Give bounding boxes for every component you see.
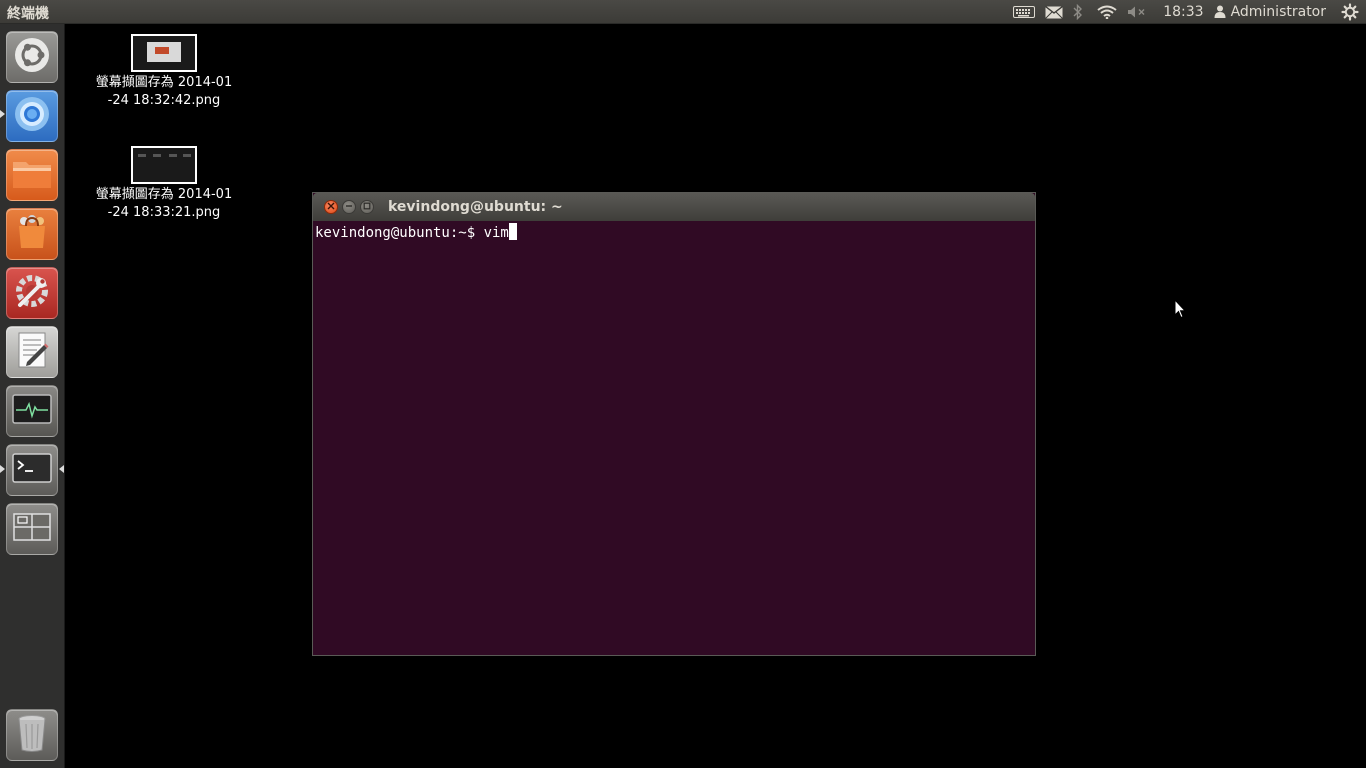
clock[interactable]: 18:33 — [1163, 4, 1203, 20]
close-button[interactable] — [324, 200, 338, 214]
launcher-system-monitor[interactable] — [6, 385, 58, 437]
running-indicator — [0, 110, 5, 118]
launcher-trash[interactable] — [6, 709, 58, 761]
system-monitor-icon — [11, 392, 53, 430]
gear-icon[interactable] — [1340, 0, 1360, 24]
terminal-body[interactable]: kevindong@ubuntu:~$ vim — [313, 221, 1035, 655]
text-cursor — [508, 223, 517, 240]
maximize-button[interactable] — [360, 200, 374, 214]
bluetooth-icon[interactable] — [1071, 0, 1085, 24]
mouse-pointer-icon — [1174, 298, 1187, 319]
top-panel: 終端機 18:33 Administrator — [0, 0, 1366, 24]
volume-muted-icon[interactable] — [1127, 0, 1147, 24]
user-icon — [1214, 3, 1226, 22]
launcher-text-editor[interactable] — [6, 326, 58, 378]
desktop-file-label: 螢幕擷圖存為 2014-01-24 18:33:21.png — [95, 187, 233, 220]
maximize-icon — [363, 202, 371, 213]
launcher-chromium[interactable] — [6, 90, 58, 142]
terminal-icon — [11, 451, 53, 489]
launcher — [0, 24, 65, 768]
text-editor-icon — [13, 330, 51, 374]
active-indicator — [59, 465, 64, 473]
launcher-workspace-switcher[interactable] — [6, 503, 58, 555]
shell-prompt: kevindong@ubuntu:~$ — [315, 225, 484, 241]
screenshot-thumbnail — [131, 146, 197, 184]
launcher-dash-home[interactable] — [6, 31, 58, 83]
user-name: Administrator — [1230, 4, 1326, 20]
chromium-icon — [12, 94, 52, 138]
running-indicator — [0, 465, 5, 473]
wifi-icon[interactable] — [1097, 0, 1117, 24]
desktop-file-label: 螢幕擷圖存為 2014-01-24 18:32:42.png — [95, 75, 233, 108]
trash-icon — [15, 713, 49, 757]
close-icon — [327, 202, 335, 213]
workspace-icon — [12, 512, 52, 546]
launcher-system-settings[interactable] — [6, 267, 58, 319]
folder-icon — [11, 156, 53, 194]
launcher-software-center[interactable] — [6, 208, 58, 260]
settings-wrench-icon — [12, 271, 52, 315]
window-titlebar[interactable]: kevindong@ubuntu: ~ — [313, 193, 1035, 222]
desktop-file-2[interactable]: 螢幕擷圖存為 2014-01-24 18:33:21.png — [94, 146, 234, 222]
launcher-files[interactable] — [6, 149, 58, 201]
window-title: kevindong@ubuntu: ~ — [388, 199, 563, 215]
typed-command: vim — [483, 225, 509, 241]
indicator-area: 18:33 Administrator — [1013, 0, 1366, 24]
ubuntu-logo-icon — [13, 36, 51, 78]
minimize-button[interactable] — [342, 200, 356, 214]
mail-icon[interactable] — [1045, 0, 1064, 24]
prompt-line: kevindong@ubuntu:~$ vim — [315, 223, 1033, 242]
launcher-terminal[interactable] — [6, 444, 58, 496]
desktop-file-1[interactable]: 螢幕擷圖存為 2014-01-24 18:32:42.png — [94, 34, 234, 110]
terminal-window[interactable]: kevindong@ubuntu: ~ kevindong@ubuntu:~$ … — [312, 192, 1036, 656]
minimize-icon — [345, 202, 353, 213]
app-title: 終端機 — [7, 6, 49, 22]
shopping-bag-icon — [12, 212, 52, 256]
screenshot-thumbnail — [131, 34, 197, 72]
user-menu[interactable]: Administrator — [1214, 3, 1326, 22]
keyboard-icon[interactable] — [1013, 0, 1036, 24]
